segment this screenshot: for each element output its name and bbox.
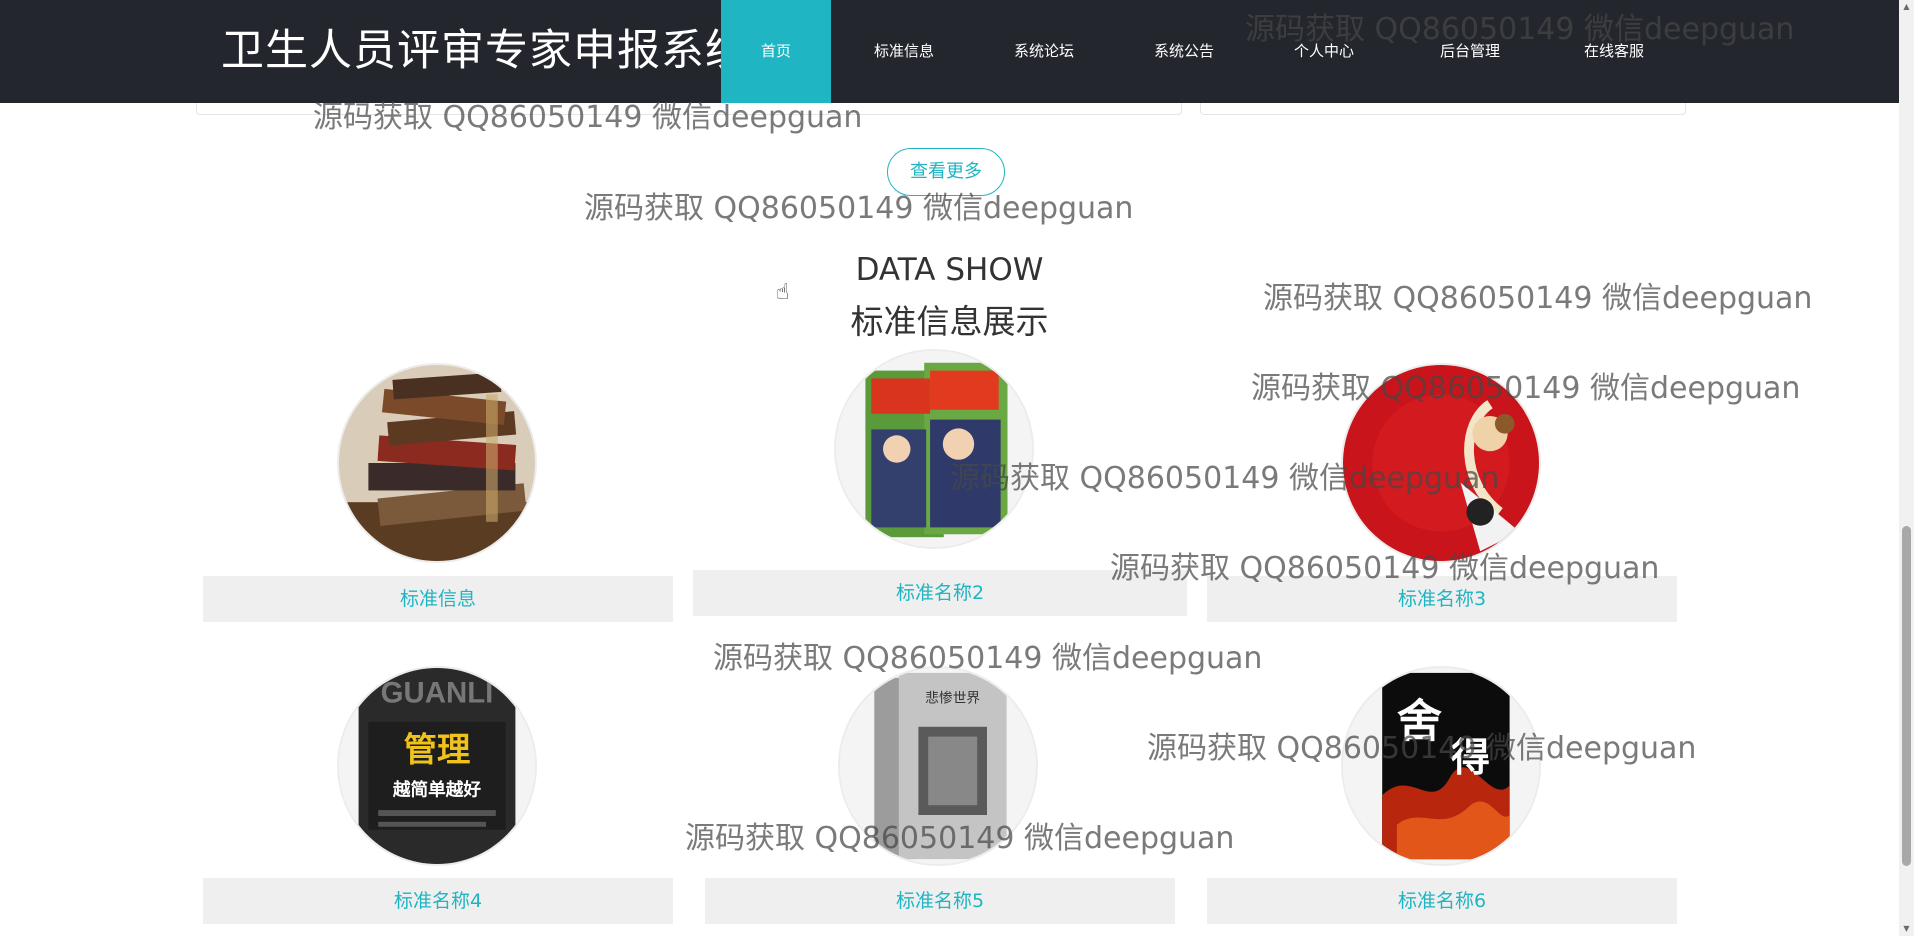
site-title: 卫生人员评审专家申报系统: [221, 26, 749, 76]
svg-text:得: 得: [1451, 735, 1490, 781]
watermark-text: 源码获取 QQ86050149 微信deepguan: [1251, 371, 1801, 406]
nav-standard-info[interactable]: 标准信息: [849, 0, 959, 103]
watermark-text: 源码获取 QQ86050149 微信deepguan: [584, 191, 1134, 226]
item-label-standard-5[interactable]: 标准名称5: [705, 878, 1175, 924]
conan-comic-image[interactable]: [834, 349, 1034, 549]
svg-text:悲惨世界: 悲惨世界: [925, 689, 980, 706]
scroll-up-icon[interactable]: ▲: [1899, 0, 1914, 14]
management-book-image[interactable]: GUANLI 管理 越简单越好: [337, 666, 537, 866]
nav-admin[interactable]: 后台管理: [1415, 0, 1525, 103]
monkey-king-image[interactable]: [1341, 363, 1541, 563]
view-more-button[interactable]: 查看更多: [887, 148, 1005, 196]
tragic-world-book-image[interactable]: 悲惨世界: [838, 666, 1038, 866]
item-label-standard-6[interactable]: 标准名称6: [1207, 878, 1677, 924]
section-title-en: DATA SHOW: [855, 252, 1044, 288]
section-title-cn: 标准信息展示: [850, 302, 1049, 341]
nav-announcements[interactable]: 系统公告: [1129, 0, 1239, 103]
nav-personal-center[interactable]: 个人中心: [1269, 0, 1379, 103]
shede-book-image[interactable]: 舍 得: [1341, 666, 1541, 866]
svg-text:舍: 舍: [1397, 695, 1442, 748]
scroll-down-icon[interactable]: ▼: [1899, 922, 1914, 936]
watermark-text: 源码获取 QQ86050149 微信deepguan: [713, 641, 1263, 676]
item-label-standard-3[interactable]: 标准名称3: [1207, 576, 1677, 622]
item-label-standard-4[interactable]: 标准名称4: [203, 878, 673, 924]
hand-cursor-icon: ☝: [776, 280, 790, 305]
old-books-image[interactable]: [337, 363, 537, 563]
nav-online-service[interactable]: 在线客服: [1559, 0, 1669, 103]
nav-home[interactable]: 首页: [721, 0, 831, 103]
item-label-standard-2[interactable]: 标准名称2: [693, 570, 1187, 616]
page-scrollbar[interactable]: ▲ ▼: [1899, 0, 1914, 936]
svg-text:GUANLI: GUANLI: [381, 676, 494, 709]
item-label-standard-info[interactable]: 标准信息: [203, 576, 673, 622]
nav-forum[interactable]: 系统论坛: [989, 0, 1099, 103]
top-nav-bar: 卫生人员评审专家申报系统 首页 标准信息 系统论坛 系统公告 个人中心 后台管理…: [0, 0, 1899, 103]
scroll-thumb[interactable]: [1902, 526, 1911, 866]
svg-text:越简单越好: 越简单越好: [392, 778, 482, 800]
svg-text:管理: 管理: [404, 730, 471, 769]
